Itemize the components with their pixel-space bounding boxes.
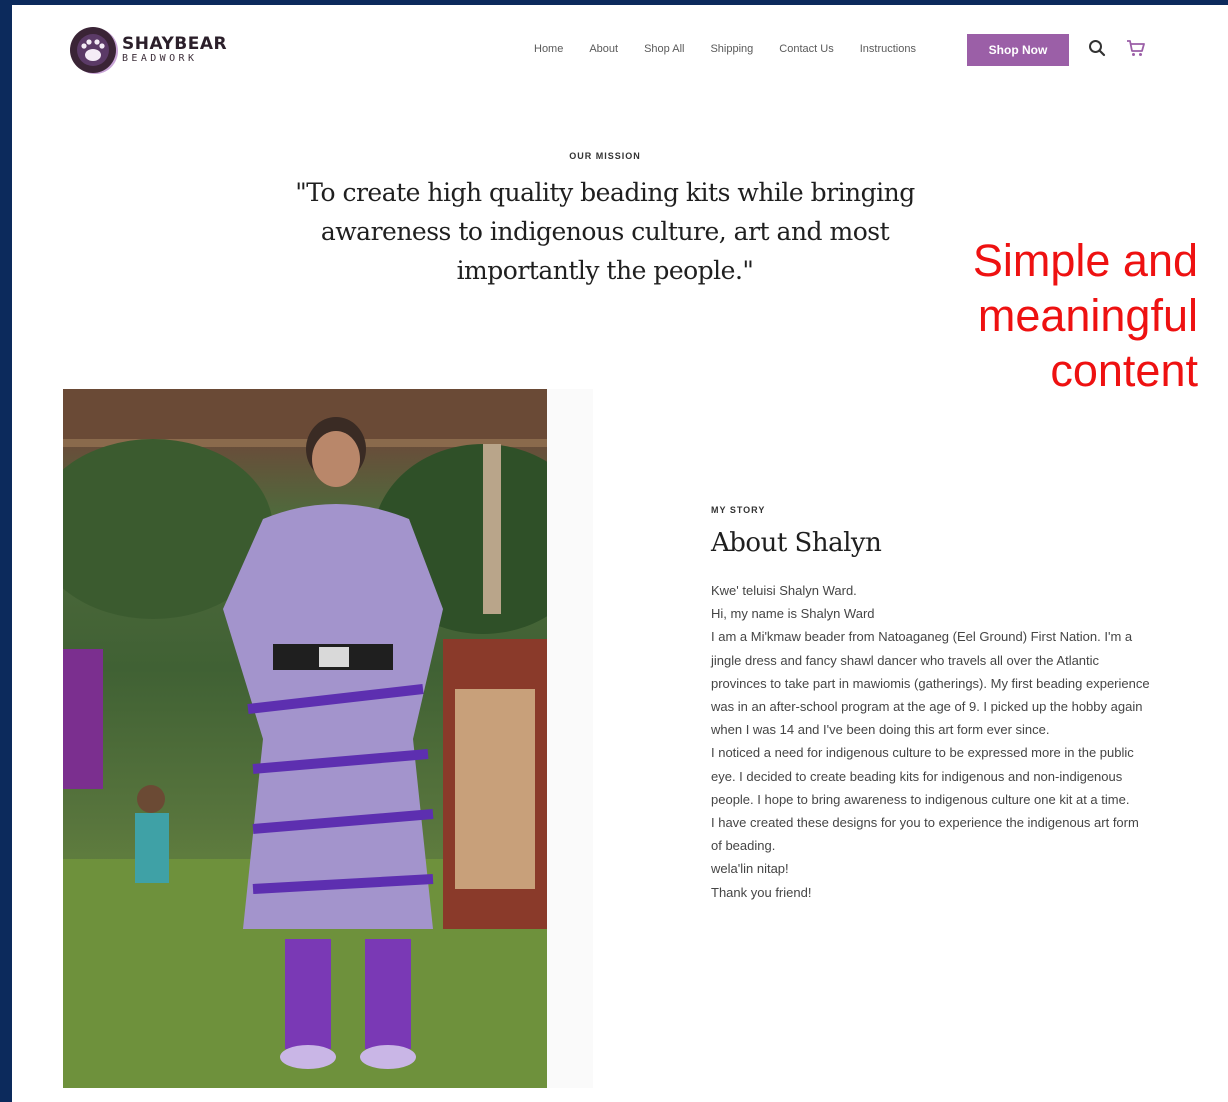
story-line: wela'lin nitap! <box>711 861 789 877</box>
nav-contact-us[interactable]: Contact Us <box>779 43 833 55</box>
nav-instructions[interactable]: Instructions <box>860 43 916 55</box>
nav-home[interactable]: Home <box>534 43 563 55</box>
story-eyebrow: MY STORY <box>711 505 766 515</box>
story-line: Hi, my name is Shalyn Ward <box>711 606 875 622</box>
brand-logo[interactable]: SHAYBEAR BEADWORK <box>70 27 227 73</box>
nav-shipping[interactable]: Shipping <box>710 43 753 55</box>
story-line: I am a Mi'kmaw beader from Natoaganeg (E… <box>711 629 1150 738</box>
brand-name: SHAYBEAR <box>122 34 228 54</box>
nav-about[interactable]: About <box>589 43 618 55</box>
story-line: Kwe' teluisi Shalyn Ward. <box>711 583 857 598</box>
brand-subtitle: BEADWORK <box>122 53 198 64</box>
annotation-text: Simple and meaningful content <box>972 235 1198 396</box>
cart-icon[interactable] <box>1126 39 1146 61</box>
dancer-photo <box>63 389 547 1088</box>
story-body: Kwe' teluisi Shalyn Ward. Hi, my name is… <box>711 579 1151 904</box>
nav-shop-all[interactable]: Shop All <box>644 43 684 55</box>
mission-quote: "To create high quality beading kits whi… <box>295 178 915 285</box>
photo-frame <box>547 389 593 1088</box>
shop-now-button[interactable]: Shop Now <box>967 34 1069 66</box>
main-nav: Home About Shop All Shipping Contact Us … <box>534 43 942 55</box>
mission-eyebrow: OUR MISSION <box>569 151 641 161</box>
story-line: Thank you friend! <box>711 884 812 900</box>
story-line: I noticed a need for indigenous culture … <box>711 745 1134 807</box>
web-page: SHAYBEAR BEADWORK Home About Shop All Sh… <box>12 5 1228 1102</box>
story-line: I have created these designs for you to … <box>711 815 1139 854</box>
story-title: About Shalyn <box>711 528 882 558</box>
bear-paw-icon <box>70 27 116 73</box>
search-icon[interactable] <box>1088 39 1106 61</box>
